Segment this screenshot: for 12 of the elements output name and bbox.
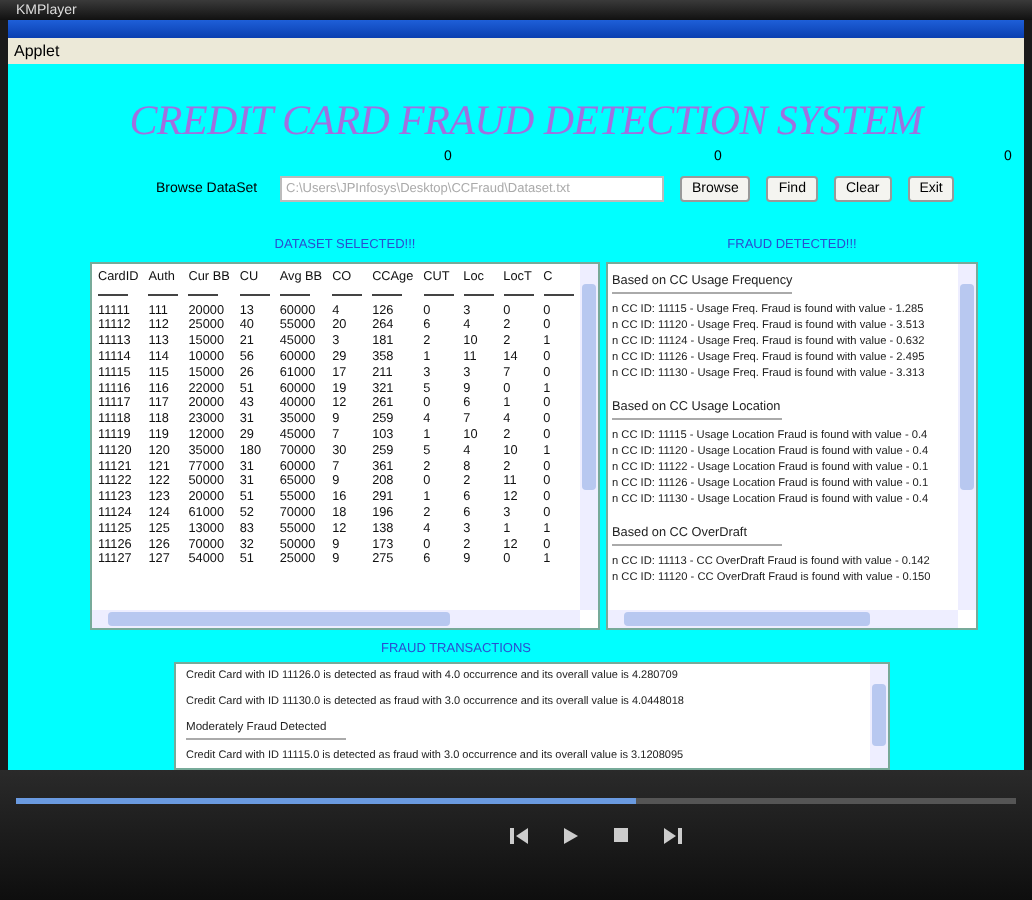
horizontal-scrollbar[interactable] (608, 609, 958, 628)
menu-item[interactable]: Applet (14, 42, 60, 60)
horizontal-scrollbar[interactable] (92, 609, 580, 628)
vertical-scrollbar[interactable] (870, 664, 888, 769)
previous-icon[interactable] (510, 828, 528, 844)
play-icon[interactable] (564, 828, 578, 844)
app-title: CREDIT CARD FRAUD DETECTION SYSTEM (127, 96, 927, 146)
stop-icon[interactable] (614, 828, 628, 842)
vertical-scrollbar[interactable] (958, 263, 976, 610)
seek-slider[interactable] (16, 798, 1016, 804)
next-icon[interactable] (664, 828, 682, 844)
vertical-scrollbar[interactable] (580, 263, 598, 610)
